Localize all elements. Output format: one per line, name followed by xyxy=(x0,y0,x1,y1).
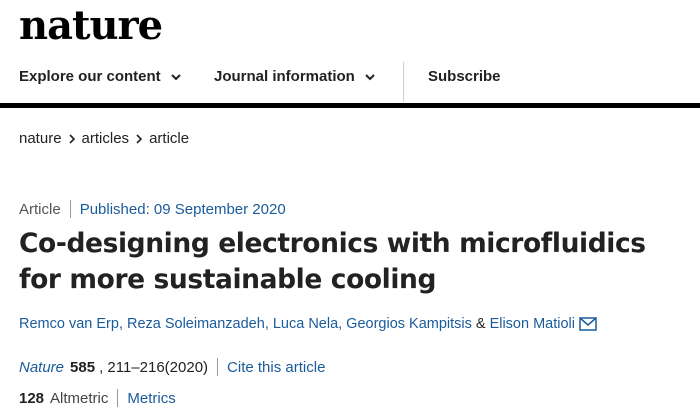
published-date: Published: 09 September 2020 xyxy=(79,200,286,218)
breadcrumb-nature[interactable]: nature xyxy=(19,130,62,147)
nav-explore-label: Explore our content xyxy=(19,68,161,85)
nav-divider xyxy=(403,62,404,102)
volume: 585 xyxy=(70,358,96,376)
breadcrumb-articles[interactable]: articles xyxy=(82,130,130,147)
header-rule xyxy=(0,103,700,108)
nav-explore-content[interactable]: Explore our content xyxy=(19,68,182,85)
chevron-down-icon xyxy=(365,73,375,80)
author-ampersand: & xyxy=(475,316,486,332)
email-icon[interactable] xyxy=(579,317,597,331)
author-link[interactable]: Elison Matioli xyxy=(490,316,575,332)
journal-name-link[interactable]: Nature xyxy=(19,359,64,376)
nav-subscribe[interactable]: Subscribe xyxy=(428,68,501,85)
breadcrumb: nature articles article xyxy=(19,130,189,147)
metrics-link[interactable]: Metrics xyxy=(127,390,175,407)
article-meta: Article Published: 09 September 2020 xyxy=(19,200,286,218)
chevron-right-icon xyxy=(68,133,75,144)
metrics-divider xyxy=(117,389,119,407)
article-title: Co-designing electronics with microfluid… xyxy=(19,228,646,295)
article-type: Article xyxy=(19,200,61,218)
author-link[interactable]: Luca Nela xyxy=(273,316,338,332)
nav-journal-label: Journal information xyxy=(214,68,355,85)
breadcrumb-article: article xyxy=(149,130,190,147)
altmetric-label: Altmetric xyxy=(50,389,109,407)
author-link[interactable]: Remco van Erp xyxy=(19,316,119,332)
nature-logo[interactable]: nature xyxy=(19,2,163,50)
meta-divider xyxy=(69,200,71,218)
cite-this-article-link[interactable]: Cite this article xyxy=(227,359,325,376)
nav-journal-information[interactable]: Journal information xyxy=(214,68,376,85)
top-navigation: Explore our content Journal information … xyxy=(0,58,700,102)
author-link[interactable]: Georgios Kampitsis xyxy=(346,316,472,332)
chevron-right-icon xyxy=(136,133,143,144)
pages-year: , 211–216(2020) xyxy=(99,358,209,376)
altmetric-count: 128 xyxy=(19,389,45,407)
citation-line: Nature 585 , 211–216(2020) Cite this art… xyxy=(19,358,325,376)
author-list: Remco van Erp, Reza Soleimanzadeh, Luca … xyxy=(19,316,597,332)
citation-divider xyxy=(217,358,219,376)
author-link[interactable]: Reza Soleimanzadeh xyxy=(127,316,265,332)
metrics-line: 128 Altmetric Metrics xyxy=(19,389,176,407)
nav-subscribe-label: Subscribe xyxy=(428,68,501,85)
chevron-down-icon xyxy=(170,73,181,80)
